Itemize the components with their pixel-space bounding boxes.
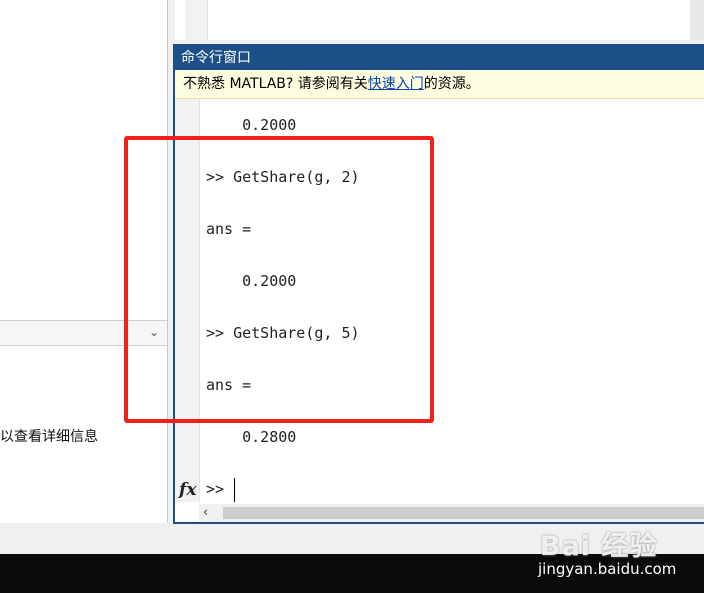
quick-start-link[interactable]: 快速入门 <box>368 76 424 92</box>
function-browser-icon[interactable]: fx <box>179 480 196 500</box>
command-window-title: 命令行窗口 <box>175 46 704 70</box>
output-line: 0.2800 <box>206 428 297 446</box>
editor-area <box>175 0 704 40</box>
highlight-box <box>124 136 434 423</box>
scrollbar-thumb[interactable] <box>223 507 704 519</box>
watermark-url: jingyan.baidu.com <box>538 560 677 578</box>
text-cursor <box>234 478 235 502</box>
horizontal-scrollbar[interactable]: ‹ <box>199 504 704 522</box>
output-line: 0.2000 <box>206 116 297 134</box>
notice-prefix: 不熟悉 MATLAB? 请参阅有关 <box>183 76 368 92</box>
command-prompt: >> <box>206 480 225 498</box>
baidu-watermark-logo: Bai 经验 <box>540 531 658 562</box>
scroll-left-icon[interactable]: ‹ <box>203 504 208 522</box>
getting-started-notice: 不熟悉 MATLAB? 请参阅有关快速入门的资源。 <box>175 70 704 99</box>
editor-gutter <box>185 0 208 40</box>
details-hint-text: 以查看详细信息 <box>0 429 98 445</box>
editor-scrollbar[interactable] <box>690 0 704 40</box>
notice-suffix: 的资源。 <box>423 76 480 92</box>
